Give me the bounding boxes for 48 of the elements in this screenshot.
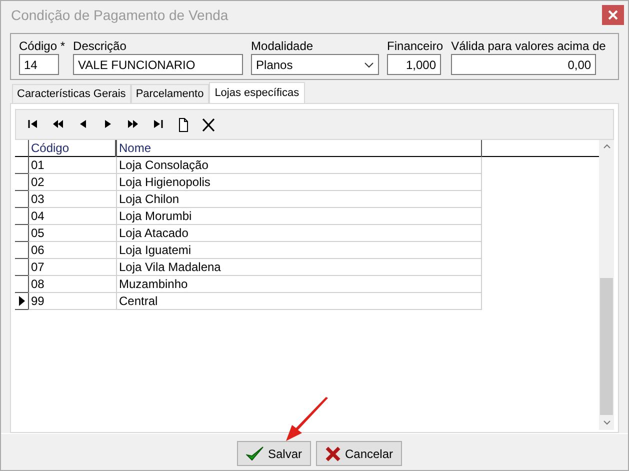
field-label: Modalidade <box>251 39 314 53</box>
table-cell: Loja Consolação <box>116 157 482 174</box>
modalidade-dropdown[interactable]: Planos <box>251 54 380 75</box>
scroll-down-icon[interactable] <box>602 420 610 425</box>
table-cell: Loja Vila Madalena <box>116 259 482 276</box>
current-row-icon <box>18 296 24 306</box>
close-button[interactable] <box>602 5 624 25</box>
field-label: Descrição <box>73 39 128 53</box>
tab[interactable]: Parcelamento <box>130 84 209 103</box>
scroll-thumb[interactable] <box>600 278 613 415</box>
scroll-up-icon[interactable] <box>602 144 610 149</box>
checkmark-icon <box>246 446 264 462</box>
table-cell: 03 <box>28 191 116 208</box>
close-icon <box>608 10 618 20</box>
table-cell: 02 <box>28 174 116 191</box>
table-cell: Loja Iguatemi <box>116 242 482 259</box>
table-cell: Central <box>116 293 482 310</box>
field-label: Código * <box>19 39 66 53</box>
cross-icon <box>324 446 341 462</box>
chevron-down-icon <box>364 62 374 68</box>
table-cell: 99 <box>28 293 116 310</box>
table-cell: 05 <box>28 225 116 242</box>
tab[interactable]: Lojas específicas <box>208 82 306 103</box>
field-label: Válida para valores acima de <box>451 39 606 53</box>
row-indicator[interactable] <box>15 293 28 310</box>
column-header[interactable]: Código <box>28 140 116 157</box>
table-cell: 08 <box>28 276 116 293</box>
table-cell: 06 <box>28 242 116 259</box>
input-field[interactable]: 14 <box>19 54 59 75</box>
scrollbar[interactable] <box>599 140 614 430</box>
table-cell: Loja Higienopolis <box>116 174 482 191</box>
tab[interactable]: Características Gerais <box>12 84 131 103</box>
table-cell: Loja Atacado <box>116 225 482 242</box>
annotation-arrow <box>284 397 330 443</box>
input-field[interactable]: VALE FUNCIONARIO <box>73 54 244 75</box>
column-header[interactable]: Nome <box>116 140 482 157</box>
table-cell: Muzambinho <box>116 276 482 293</box>
window-title: Condição de Pagamento de Venda <box>11 6 228 25</box>
table-cell: Loja Chilon <box>116 191 482 208</box>
table-cell: Loja Morumbi <box>116 208 482 225</box>
input-field[interactable]: 0,00 <box>451 54 596 75</box>
field-label: Financeiro <box>387 39 444 53</box>
table-cell: 04 <box>28 208 116 225</box>
table-cell: 01 <box>28 157 116 174</box>
save-button[interactable]: Salvar <box>236 441 311 466</box>
cancel-button[interactable]: Cancelar <box>316 441 402 466</box>
input-field[interactable]: 1,000 <box>387 54 442 75</box>
table-cell: 07 <box>28 259 116 276</box>
